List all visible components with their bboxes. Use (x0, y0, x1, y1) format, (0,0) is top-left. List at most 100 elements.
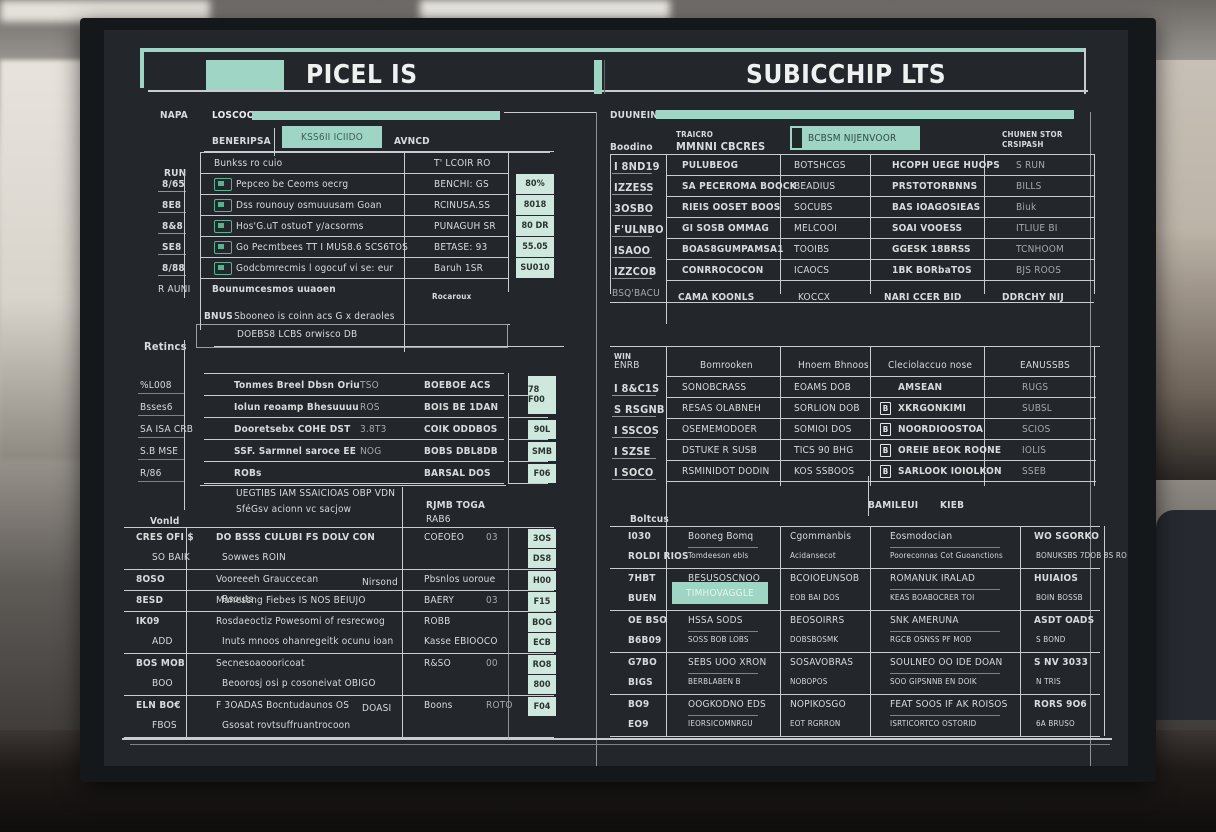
row-col-3: BAS IOAGOSIEAS (892, 202, 981, 213)
row-col-4: SCIOS (1022, 424, 1051, 435)
grid-line (508, 417, 548, 418)
grid-line (402, 487, 403, 739)
grid-line (610, 154, 1094, 155)
grid-line (870, 526, 871, 736)
row-id: ISAOO (614, 244, 651, 257)
row-badge[interactable]: H00 (528, 571, 556, 590)
row-badge[interactable]: ECB (528, 633, 556, 652)
right-progress-bar (656, 110, 1074, 119)
row-col-2: BCOIOEUNSOB (790, 573, 860, 584)
header-accent-bar (140, 48, 144, 88)
grid-line (508, 152, 509, 292)
grid-line (124, 527, 554, 528)
row-id: IZZESS (614, 181, 654, 194)
row-col-2b: EOT RGRRON (790, 719, 841, 728)
row-col-4: RUGS (1022, 382, 1049, 393)
left-sub-label: NAPA (160, 110, 188, 121)
row-col-4: BJS ROOS (1016, 265, 1062, 276)
divider (596, 112, 597, 766)
row-value-2: Kasse EBIOOCO (424, 636, 498, 647)
bookmark-icon[interactable]: B (880, 423, 891, 436)
row-badge[interactable]: 90L (528, 420, 556, 439)
grid-line (138, 393, 184, 394)
footer-col-1: CAMA KOONLS (678, 292, 755, 303)
row-value: BOBS DBL8DB (424, 446, 498, 457)
row-id: I SSCOS (614, 424, 660, 437)
row-badge[interactable]: 8018 (516, 195, 554, 215)
row-id: I SOCO (614, 466, 654, 479)
grid-line (404, 173, 508, 174)
row-badge[interactable]: BOG (528, 613, 556, 632)
background-light (420, 0, 670, 20)
grid-line (610, 568, 1100, 569)
grid-line (124, 569, 554, 570)
row-col-2: EOAMS DOB (794, 382, 852, 393)
row-col-1: GI SOSB OMMAG (682, 223, 769, 234)
grid-line (200, 236, 410, 237)
row-col-2: NOPIKOSGO (790, 699, 846, 710)
tab-beneripsa[interactable]: BENERIPSA (212, 136, 271, 147)
row-badge[interactable]: SU010 (516, 258, 554, 278)
column-header: EANUSSBS (1020, 360, 1070, 371)
row-badge[interactable]: F15 (528, 592, 556, 611)
row-badge[interactable]: DS8 (528, 549, 556, 568)
row-col-4b: BONUKSBS 7DOB 8S RO (1036, 551, 1127, 560)
row-value: BETASE: 93 (434, 242, 488, 253)
row-badge[interactable]: 55.05 (516, 237, 554, 257)
row-value: PUNAGUH SR (434, 221, 496, 232)
row-badge[interactable]: 3OS (528, 529, 556, 548)
right-search-value: BCBSM NIJENVOOR (808, 132, 897, 144)
row-badge[interactable]: SMB (528, 442, 556, 461)
row-icon (214, 199, 232, 212)
grid-line (870, 346, 871, 486)
row-side-value: SA ISA CRB (140, 424, 194, 435)
row-badge[interactable]: F06 (528, 464, 556, 483)
bookmark-icon[interactable]: B (880, 402, 891, 415)
row-badge[interactable]: 80 DR (516, 216, 554, 236)
grid-line (666, 238, 1094, 239)
row-icon (214, 262, 232, 275)
row-badge[interactable]: 78 F00 (528, 376, 556, 414)
header-right-label-2: CRSIPASH (1002, 140, 1044, 149)
left-header-badge[interactable] (206, 60, 284, 90)
grid-line (404, 215, 508, 216)
row-description: Dss rounouy osmuuusam Goan (236, 200, 382, 211)
row-side-value: CRES OFI $ (136, 532, 194, 543)
footer-id: BSQ'BACU (612, 288, 660, 299)
row-col-2: BEADIUS (794, 181, 836, 192)
right-progress-label: DUUNEIN (610, 110, 659, 121)
row-badge[interactable]: 80% (516, 174, 554, 194)
row-col-1: SONOBCRASS (682, 382, 747, 393)
row-id: 3OSBO (614, 202, 654, 215)
grid-line (124, 611, 554, 612)
grid-line (612, 416, 656, 417)
grid-line (404, 257, 508, 258)
cursor-icon (792, 128, 802, 148)
grid-line (612, 257, 652, 258)
row-col-4: WO SGORKO (1034, 531, 1100, 542)
grid-line (404, 278, 508, 279)
highlight-tag[interactable]: TIMHOVAGGLE (672, 582, 768, 604)
row-id: F'ULNBO (614, 223, 664, 236)
row-description-2: Inuts mnoos ohanregeitk ocunu ioan (222, 636, 394, 647)
row-col-4: SUBSL (1022, 403, 1053, 414)
row-badge[interactable]: 800 (528, 675, 556, 694)
left-search-input[interactable]: KSS6II ICIIDO (282, 126, 382, 148)
row-description: Manessng Fiebes IS NOS BEIUJO (216, 595, 366, 606)
grid-line (1020, 526, 1021, 736)
grid-line (158, 191, 186, 192)
row-col-1b: IEORSICOMNRGU (688, 719, 753, 728)
bookmark-icon[interactable]: B (880, 465, 891, 478)
footer-description: Bounumcesmos uuaoen (212, 284, 336, 295)
row-col-4: BILLS (1016, 181, 1042, 192)
grid-line (612, 395, 656, 396)
summary-input[interactable]: DOEBS8 LCBS orwisco DB (196, 324, 508, 348)
row-description-2: Beoorosj osi p cosoneivat OBIGO (222, 678, 376, 689)
header-divider (1084, 48, 1086, 94)
right-search-input[interactable]: BCBSM NIJENVOOR (790, 126, 920, 150)
row-badge[interactable]: F04 (528, 697, 556, 716)
row-id: I 8ND19 (614, 160, 660, 173)
grid-line (138, 437, 184, 438)
row-badge[interactable]: RO8 (528, 655, 556, 674)
bookmark-icon[interactable]: B (880, 444, 891, 457)
